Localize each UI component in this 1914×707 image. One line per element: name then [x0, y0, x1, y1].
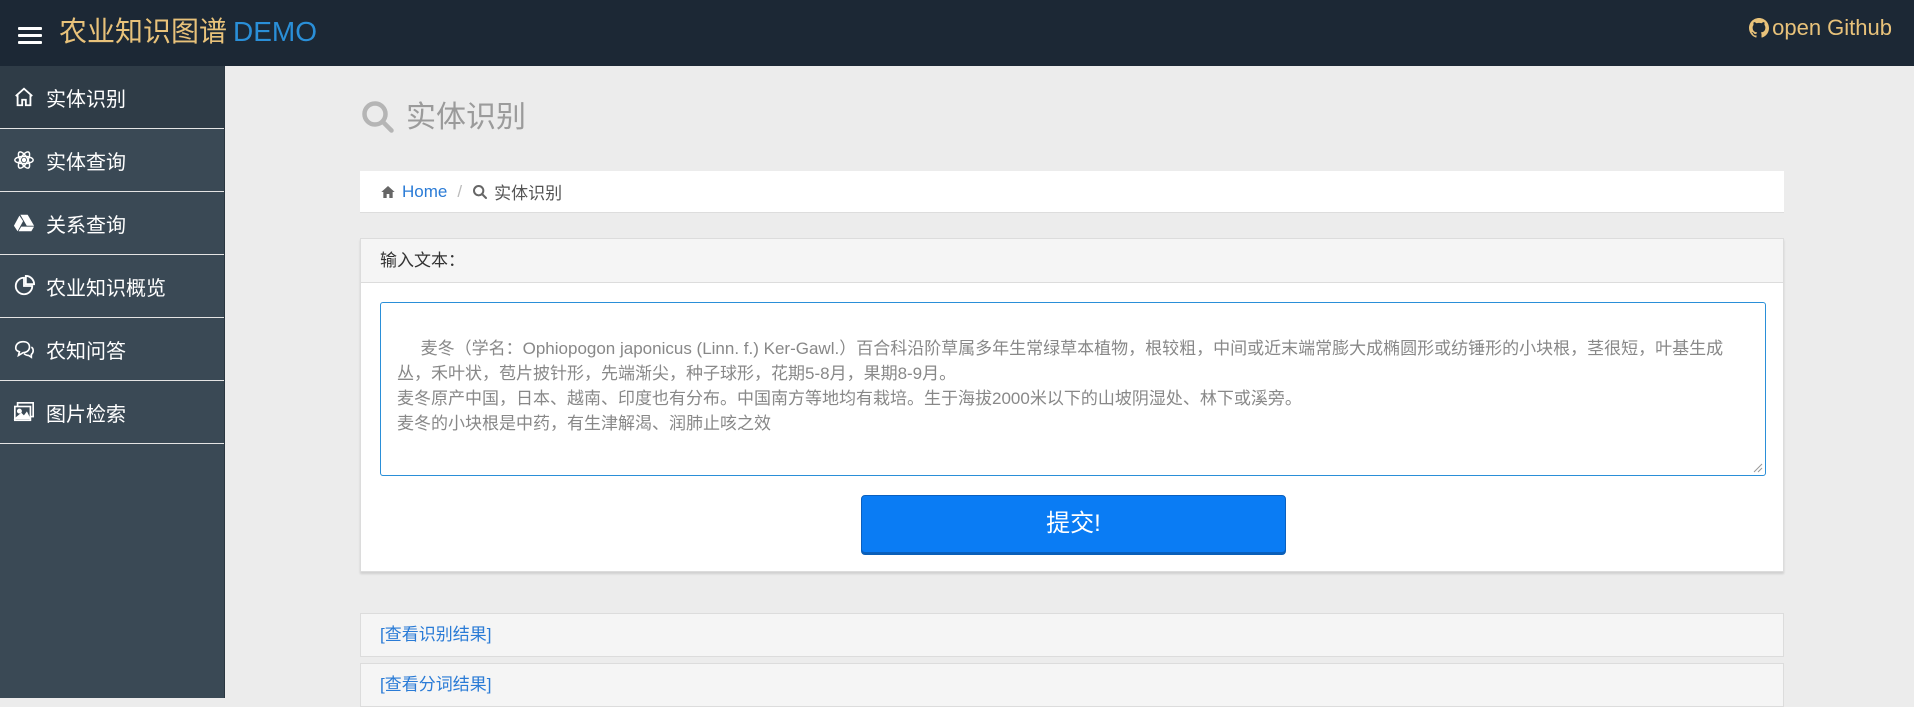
breadcrumb-separator: /: [457, 181, 463, 201]
chat-icon: [12, 337, 36, 361]
github-icon: [1749, 18, 1770, 38]
home-icon: [12, 85, 36, 109]
breadcrumb-home-label: Home: [402, 181, 448, 201]
app-brand[interactable]: 农业知识图谱 DEMO: [59, 14, 317, 50]
sidebar-item-image-search[interactable]: 图片检索: [0, 381, 224, 444]
input-panel-heading: 输入文本：: [361, 239, 1783, 283]
breadcrumb: Home / 实体识别: [360, 171, 1784, 213]
image-icon: [12, 400, 36, 424]
search-icon: [362, 101, 394, 133]
breadcrumb-current-label: 实体识别: [494, 184, 563, 203]
input-panel: 输入文本： 麦冬（学名：Ophiopogon japonicus (Linn. …: [360, 238, 1784, 572]
sidebar: 实体识别 实体查询 关系查询 农业知识概览 农知问答 图片检索: [0, 66, 225, 698]
github-label: open Github: [1772, 15, 1892, 40]
text-input[interactable]: 麦冬（学名：Ophiopogon japonicus (Linn. f.) Ke…: [380, 302, 1766, 476]
breadcrumb-current: 实体识别: [472, 179, 562, 204]
sidebar-item-label: 农业知识概览: [46, 277, 166, 300]
sidebar-item-label: 图片检索: [46, 403, 126, 426]
sidebar-item-label: 实体查询: [46, 151, 126, 174]
submit-button[interactable]: 提交!: [861, 495, 1286, 553]
brand-tag: DEMO: [233, 16, 318, 47]
sidebar-item-entity-query[interactable]: 实体查询: [0, 129, 224, 192]
sidebar-item-entity-recognition[interactable]: 实体识别: [0, 66, 224, 129]
pie-chart-icon: [12, 274, 36, 298]
breadcrumb-home[interactable]: Home: [380, 182, 447, 202]
page-title: 实体识别: [360, 96, 526, 140]
text-input-value: 麦冬（学名：Ophiopogon japonicus (Linn. f.) Ke…: [397, 339, 1724, 433]
view-segmentation-result-link[interactable]: [查看分词结果]: [360, 663, 1784, 707]
sidebar-item-qa[interactable]: 农知问答: [0, 318, 224, 381]
drive-icon: [12, 211, 36, 235]
atom-icon: [12, 148, 36, 172]
github-link[interactable]: open Github: [1749, 14, 1892, 42]
menu-toggle-icon[interactable]: [18, 27, 42, 45]
search-icon: [473, 184, 488, 199]
top-navbar: 农业知识图谱 DEMO open Github: [0, 0, 1914, 66]
view-recognition-result-link[interactable]: [查看识别结果]: [360, 613, 1784, 657]
brand-name: 农业知识图谱: [59, 16, 228, 47]
sidebar-item-label: 关系查询: [46, 214, 126, 237]
home-icon: [381, 185, 395, 198]
sidebar-item-label: 农知问答: [46, 340, 126, 363]
sidebar-item-knowledge-overview[interactable]: 农业知识概览: [0, 255, 224, 318]
page-title-text: 实体识别: [406, 101, 526, 134]
resize-handle-icon[interactable]: [1753, 463, 1763, 473]
sidebar-item-label: 实体识别: [46, 88, 126, 111]
sidebar-item-relation-query[interactable]: 关系查询: [0, 192, 224, 255]
